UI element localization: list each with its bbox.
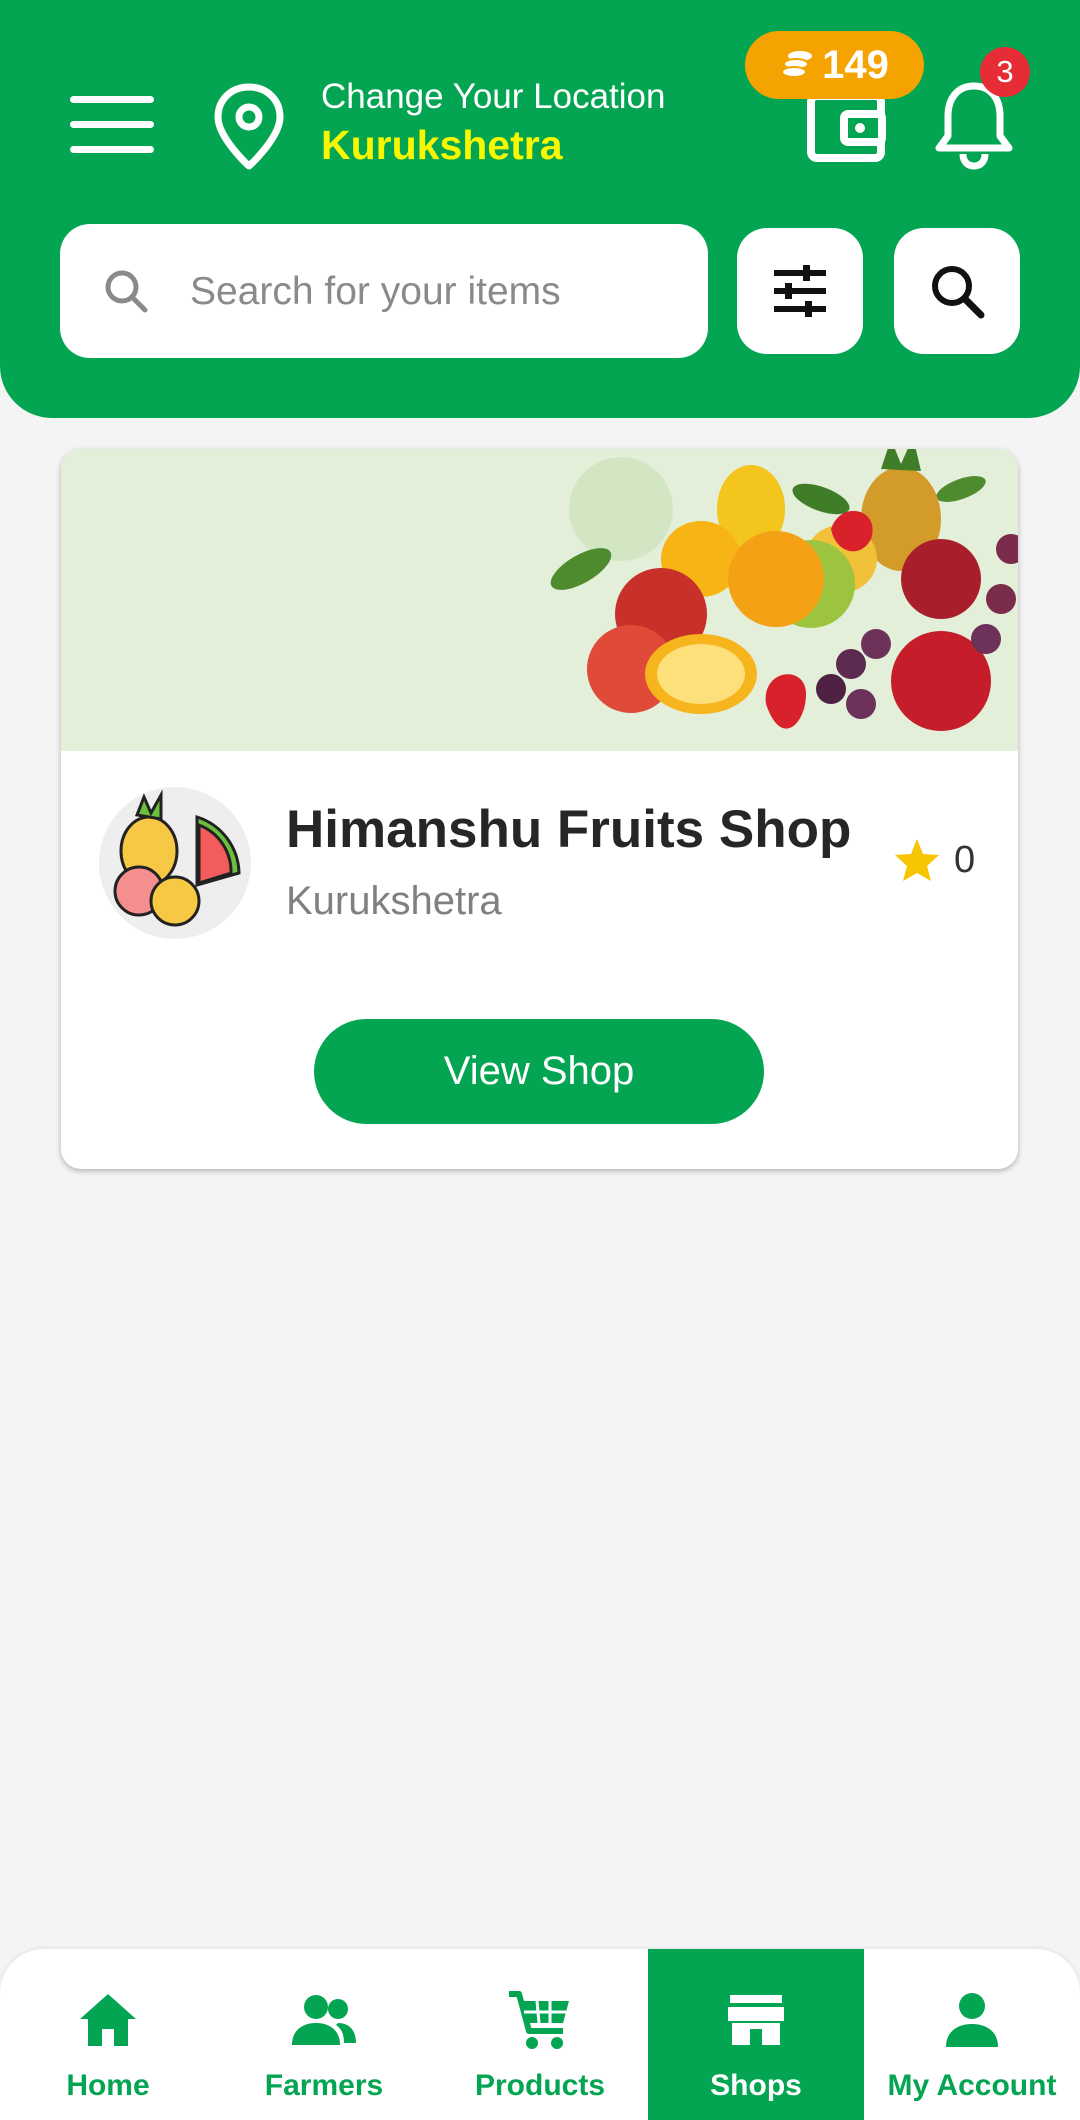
change-location-label[interactable]: Change Your Location: [321, 76, 665, 118]
nav-item-farmers[interactable]: Farmers: [216, 1949, 432, 2120]
view-shop-button[interactable]: View Shop: [314, 1019, 764, 1124]
shop-name: Himanshu Fruits Shop: [286, 800, 852, 859]
location-selector[interactable]: Change Your Location Kurukshetra: [321, 76, 665, 172]
shop-card[interactable]: Himanshu Fruits Shop Kurukshetra 0 View …: [61, 449, 1018, 1169]
nav-label-farmers: Farmers: [264, 2069, 384, 2102]
search-icon: [105, 270, 148, 313]
search-button[interactable]: [894, 228, 1020, 354]
star-icon: [895, 839, 939, 881]
rating-value: 0: [954, 838, 976, 881]
shop-location: Kurukshetra: [286, 879, 502, 923]
store-icon: [728, 1995, 784, 2045]
coin-balance-badge[interactable]: 149: [745, 31, 924, 99]
shop-banner-image: [61, 449, 1018, 751]
current-location-city[interactable]: Kurukshetra: [321, 118, 665, 172]
nav-label-shops: Shops: [710, 2069, 802, 2102]
farmers-icon: [292, 1995, 356, 2045]
app-header: Change Your Location Kurukshetra 149 3: [0, 0, 1080, 418]
coin-count: 149: [822, 42, 889, 87]
hamburger-line: [70, 96, 154, 103]
home-icon: [80, 1994, 136, 2046]
filter-sliders-icon: [774, 265, 826, 317]
search-bar[interactable]: [60, 224, 708, 358]
nav-label-home: Home: [66, 2069, 150, 2102]
hamburger-line: [70, 121, 154, 128]
coins-icon: [781, 51, 813, 78]
nav-label-my-account: My Account: [887, 2069, 1057, 2102]
search-input[interactable]: [188, 254, 682, 330]
filter-button[interactable]: [737, 228, 863, 354]
nav-item-products[interactable]: Products: [432, 1949, 648, 2120]
notification-count-badge: 3: [980, 47, 1030, 97]
cart-icon: [509, 1991, 569, 2049]
menu-button[interactable]: [70, 96, 156, 154]
nav-item-home[interactable]: Home: [0, 1949, 216, 2120]
location-pin-icon[interactable]: [212, 82, 286, 170]
shop-logo: [99, 787, 251, 939]
search-icon: [932, 266, 985, 319]
nav-item-my-account[interactable]: My Account: [864, 1949, 1080, 2120]
bottom-navigation: Home Farmers Products Shops My Account: [0, 1949, 1080, 2120]
shop-rating: 0: [894, 838, 975, 882]
hamburger-line: [70, 146, 154, 153]
nav-item-shops[interactable]: Shops: [648, 1949, 864, 2120]
nav-label-products: Products: [474, 2069, 606, 2102]
user-icon: [946, 1993, 998, 2047]
